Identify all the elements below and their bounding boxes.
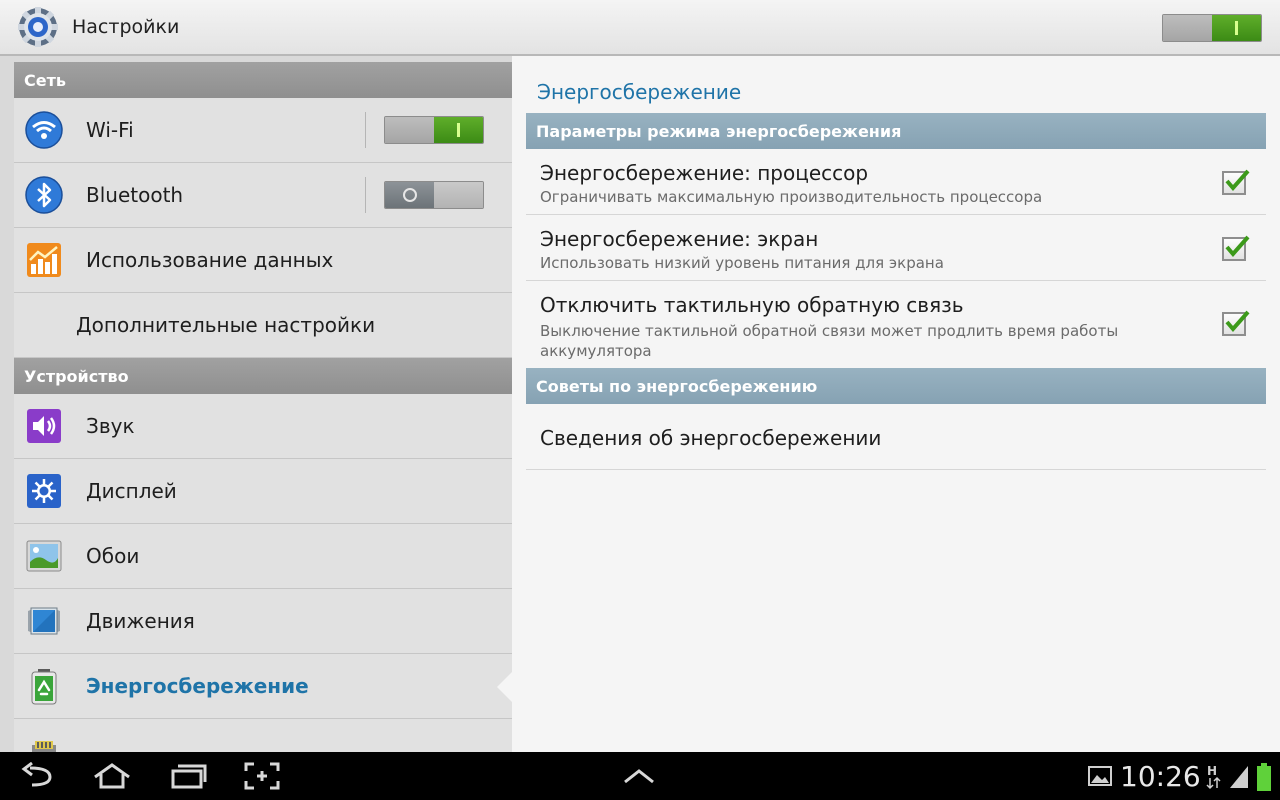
section-header-power-saving-tips: Советы по энергосбережению — [526, 368, 1266, 404]
sidebar-item-label: Дисплей — [86, 479, 177, 503]
toggle-on-half — [1212, 15, 1261, 41]
sidebar-item-storage[interactable] — [14, 719, 512, 752]
pref-summary: Использовать низкий уровень питания для … — [540, 254, 944, 272]
back-icon[interactable] — [20, 762, 56, 790]
storage-icon — [32, 741, 56, 752]
toggle-on-half — [434, 117, 483, 143]
detail-pane: Энергосбережение Параметры режима энерго… — [512, 56, 1280, 752]
wifi-toggle[interactable] — [384, 116, 484, 144]
section-header-network: Сеть — [14, 62, 512, 98]
pref-summary: Выключение тактильной обратной связи мож… — [540, 322, 1119, 360]
pref-power-saving-info[interactable]: Сведения об энергосбережении — [526, 404, 1266, 470]
pref-summary: Ограничивать максимальную производительн… — [540, 188, 1043, 206]
settings-sidebar: Сеть Wi-Fi Bluetooth Использование данны… — [14, 62, 512, 752]
section-header-device: Устройство — [14, 358, 512, 394]
sidebar-item-bluetooth[interactable]: Bluetooth — [14, 163, 512, 228]
checkmark-icon — [1225, 169, 1250, 192]
screen-power-saving-checkbox[interactable] — [1222, 235, 1250, 261]
sidebar-item-label: Обои — [86, 544, 140, 568]
home-icon[interactable] — [92, 762, 132, 790]
screenshot-icon[interactable] — [244, 762, 280, 790]
sound-icon — [27, 409, 61, 443]
divider — [365, 112, 366, 148]
sidebar-item-label: Энергосбережение — [86, 674, 309, 698]
power-saving-icon — [31, 669, 57, 705]
recent-apps-icon[interactable] — [170, 762, 208, 790]
up-arrow-icon[interactable] — [622, 766, 656, 786]
checkmark-icon — [1225, 310, 1250, 333]
pref-title: Отключить тактильную обратную связь — [540, 293, 964, 317]
sidebar-item-label: Дополнительные настройки — [76, 313, 376, 337]
master-power-saving-toggle[interactable] — [1162, 14, 1262, 42]
sidebar-item-wifi[interactable]: Wi-Fi — [14, 98, 512, 163]
detail-title: Энергосбережение — [537, 80, 742, 104]
display-icon — [27, 474, 61, 508]
pref-title: Сведения об энергосбережении — [540, 426, 882, 450]
data-usage-icon — [27, 243, 61, 277]
sidebar-item-motion[interactable]: Движения — [14, 589, 512, 654]
toggle-off-half — [385, 182, 434, 208]
battery-icon — [1257, 763, 1271, 791]
gear-icon[interactable] — [16, 5, 60, 49]
system-bar: 10:26 H — [0, 752, 1280, 800]
toggle-on-half — [434, 182, 483, 208]
sidebar-item-label: Звук — [86, 414, 135, 438]
pref-title: Энергосбережение: экран — [540, 227, 819, 251]
toggle-off-half — [385, 117, 434, 143]
section-header-power-saving-params: Параметры режима энергосбережения — [526, 113, 1266, 149]
toggle-off-half — [1163, 15, 1212, 41]
sidebar-item-label: Использование данных — [86, 248, 334, 272]
gallery-notification-icon[interactable] — [1088, 766, 1112, 786]
pref-cpu-power-saving[interactable]: Энергосбережение: процессор Ограничивать… — [526, 149, 1266, 215]
pref-title: Энергосбережение: процессор — [540, 161, 869, 185]
checkmark-icon — [1225, 235, 1250, 258]
sidebar-item-label: Движения — [86, 609, 195, 633]
cpu-power-saving-checkbox[interactable] — [1222, 169, 1250, 195]
wifi-icon — [25, 111, 63, 149]
wallpaper-icon — [26, 540, 62, 572]
sidebar-item-more-settings[interactable]: Дополнительные настройки — [14, 293, 512, 358]
pref-screen-power-saving[interactable]: Энергосбережение: экран Использовать низ… — [526, 215, 1266, 281]
bluetooth-toggle[interactable] — [384, 181, 484, 209]
haptic-feedback-checkbox[interactable] — [1222, 310, 1250, 336]
pref-haptic-feedback-off[interactable]: Отключить тактильную обратную связь Выкл… — [526, 281, 1266, 366]
sidebar-item-label: Bluetooth — [86, 183, 184, 207]
clock: 10:26 — [1120, 760, 1201, 793]
sidebar-item-display[interactable]: Дисплей — [14, 459, 512, 524]
sidebar-item-wallpaper[interactable]: Обои — [14, 524, 512, 589]
sidebar-item-power-saving[interactable]: Энергосбережение — [14, 654, 512, 719]
page-title: Настройки — [72, 16, 180, 38]
bluetooth-icon — [25, 176, 63, 214]
action-bar: Настройки — [0, 0, 1280, 56]
sidebar-item-data-usage[interactable]: Использование данных — [14, 228, 512, 293]
divider — [365, 177, 366, 213]
signal-icon — [1230, 766, 1248, 788]
svg-text:H: H — [1207, 764, 1217, 778]
selection-indicator — [497, 671, 512, 703]
motion-icon — [28, 607, 60, 635]
sidebar-item-sound[interactable]: Звук — [14, 394, 512, 459]
network-h-icon: H — [1206, 764, 1221, 790]
sidebar-item-label: Wi-Fi — [86, 118, 134, 142]
